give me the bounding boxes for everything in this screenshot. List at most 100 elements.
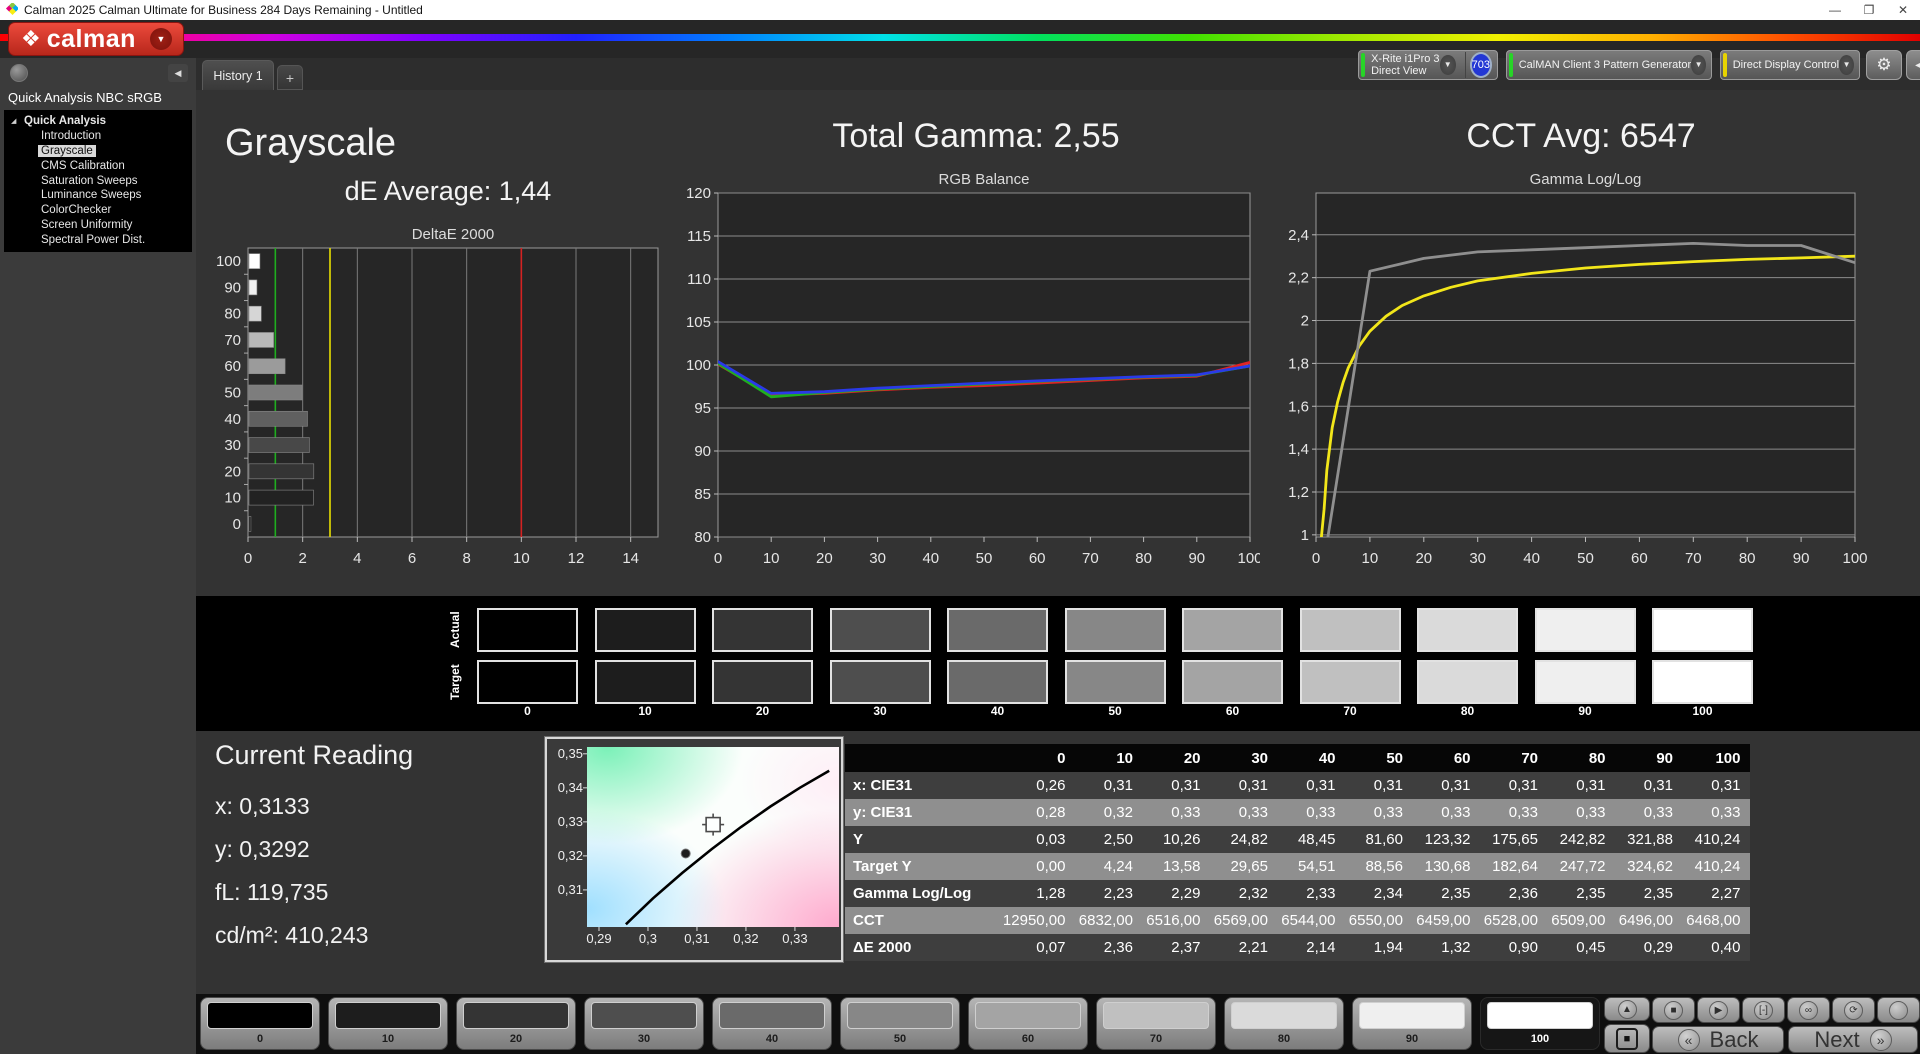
cie-y-tick: 0,32	[547, 848, 583, 863]
minimize-button[interactable]: —	[1818, 0, 1852, 20]
svg-text:4: 4	[353, 550, 361, 567]
table-cell: 0,33	[1142, 799, 1210, 826]
svg-text:50: 50	[1577, 550, 1594, 567]
sidebar-item-label[interactable]: Introduction	[38, 130, 104, 142]
pattern-swatch	[207, 1002, 313, 1029]
band-level-label: 90	[1535, 704, 1636, 718]
sidebar-item-spectral-power-dist-[interactable]: Spectral Power Dist.	[4, 232, 192, 247]
pattern-card-100[interactable]: 100	[1480, 997, 1600, 1050]
column-header-100: 100	[1682, 744, 1750, 772]
svg-text:2: 2	[1301, 313, 1309, 330]
svg-text:95: 95	[694, 400, 711, 417]
reading-cdm: cd/m²: 410,243	[215, 922, 368, 949]
svg-text:115: 115	[687, 228, 711, 245]
sidebar-item-label[interactable]: CMS Calibration	[38, 160, 128, 172]
meter-count-badge[interactable]: 703	[1470, 52, 1492, 78]
pattern-card-60[interactable]: 60	[968, 997, 1088, 1050]
target-swatch-50	[1065, 660, 1166, 704]
svg-text:30: 30	[224, 437, 241, 454]
table-cell: 0,03	[1007, 826, 1075, 853]
sidebar-item-label[interactable]: Saturation Sweeps	[38, 175, 141, 187]
tab-history-1[interactable]: History 1	[202, 60, 274, 90]
svg-text:70: 70	[224, 332, 241, 349]
sidebar-item-introduction[interactable]: Introduction	[4, 129, 192, 144]
pattern-card-80[interactable]: 80	[1224, 997, 1344, 1050]
pattern-card-90[interactable]: 90	[1352, 997, 1472, 1050]
table-cell: 0,33	[1277, 799, 1345, 826]
pattern-card-70[interactable]: 70	[1096, 997, 1216, 1050]
table-cell: 130,68	[1412, 853, 1480, 880]
table-row: CCT12950,006832,006516,006569,006544,006…	[845, 907, 1750, 934]
table-row: x: CIE310,260,310,310,310,310,310,310,31…	[845, 772, 1750, 799]
maximize-button[interactable]: ❐	[1852, 0, 1886, 20]
sidebar-item-quick-analysis[interactable]: ◢Quick Analysis	[4, 114, 192, 129]
svg-text:90: 90	[694, 443, 711, 460]
loop-button[interactable]: ⟳	[1832, 997, 1875, 1023]
pattern-card-label: 60	[969, 1033, 1087, 1045]
table-row: y: CIE310,280,320,330,330,330,330,330,33…	[845, 799, 1750, 826]
column-header-20: 20	[1142, 744, 1210, 772]
pattern-card-30[interactable]: 30	[584, 997, 704, 1050]
actual-swatch-90	[1535, 608, 1636, 652]
calman-menu-button[interactable]: ❖ calman ▼	[8, 22, 184, 56]
svg-text:60: 60	[1631, 550, 1648, 567]
sidebar-item-colorchecker[interactable]: ColorChecker	[4, 203, 192, 218]
column-header-10: 10	[1075, 744, 1143, 772]
play-button[interactable]: ▶	[1697, 997, 1740, 1023]
tree-expanded-icon[interactable]: ◢	[11, 117, 21, 125]
pattern-card-10[interactable]: 10	[328, 997, 448, 1050]
pattern-card-0[interactable]: 0	[200, 997, 320, 1050]
settings-button[interactable]: ⚙	[1866, 50, 1902, 80]
table-row: Target Y0,004,2413,5829,6554,5188,56130,…	[845, 853, 1750, 880]
current-reading-title: Current Reading	[215, 740, 413, 771]
display-control-dropdown[interactable]: Direct Display Control ▼	[1720, 50, 1860, 80]
sidebar-item-screen-uniformity[interactable]: Screen Uniformity	[4, 218, 192, 233]
table-cell: 6516,00	[1142, 907, 1210, 934]
measure-continuous-button[interactable]: ∞	[1787, 997, 1830, 1023]
actual-swatch-0	[477, 608, 578, 652]
pattern-window-button[interactable]: ■	[1604, 1024, 1650, 1053]
band-level-label: 40	[947, 704, 1048, 718]
sidebar-item-saturation-sweeps[interactable]: Saturation Sweeps	[4, 173, 192, 188]
target-swatch-100	[1652, 660, 1753, 704]
pattern-swatch	[1231, 1002, 1337, 1029]
target-swatch-30	[830, 660, 931, 704]
read-button[interactable]	[1877, 997, 1920, 1023]
collapse-panel-button[interactable]: ◀	[1906, 50, 1920, 80]
pattern-swatch	[1359, 1002, 1465, 1029]
sidebar-item-label[interactable]: Grayscale	[38, 145, 96, 157]
sidebar-item-cms-calibration[interactable]: CMS Calibration	[4, 158, 192, 173]
pattern-card-20[interactable]: 20	[456, 997, 576, 1050]
table-cell: 2,50	[1075, 826, 1143, 853]
meter-dropdown[interactable]: X-Rite i1Pro 3 Direct View ▼ 703	[1358, 50, 1498, 80]
sidebar-item-grayscale[interactable]: Grayscale	[4, 144, 192, 159]
svg-text:40: 40	[922, 550, 939, 567]
pattern-window-up-button[interactable]: ▲	[1604, 997, 1650, 1021]
pattern-card-40[interactable]: 40	[712, 997, 832, 1050]
back-button[interactable]: «Back	[1652, 1026, 1784, 1053]
next-button[interactable]: Next»	[1788, 1026, 1918, 1053]
measure-single-button[interactable]: [-]	[1742, 997, 1785, 1023]
sidebar-collapse-button[interactable]: ◀	[168, 64, 188, 82]
pattern-card-50[interactable]: 50	[840, 997, 960, 1050]
column-header-40: 40	[1277, 744, 1345, 772]
pattern-generator-label: CalMAN Client 3 Pattern Generator	[1519, 59, 1691, 71]
sidebar-item-label[interactable]: Screen Uniformity	[38, 219, 135, 231]
table-cell: 2,21	[1210, 934, 1278, 961]
close-button[interactable]: ✕	[1886, 0, 1920, 20]
sidebar-item-label[interactable]: Quick Analysis	[21, 115, 109, 127]
sidebar-item-luminance-sweeps[interactable]: Luminance Sweeps	[4, 188, 192, 203]
table-cell: 81,60	[1345, 826, 1413, 853]
reading-y: y: 0,3292	[215, 836, 310, 863]
table-row: Y0,032,5010,2624,8248,4581,60123,32175,6…	[845, 826, 1750, 853]
column-header-90: 90	[1615, 744, 1683, 772]
sidebar-item-label[interactable]: Spectral Power Dist.	[38, 234, 148, 246]
tab-add-button[interactable]: +	[277, 65, 303, 90]
sidebar-item-label[interactable]: Luminance Sweeps	[38, 189, 144, 201]
table-cell: 6569,00	[1210, 907, 1278, 934]
pattern-generator-dropdown[interactable]: CalMAN Client 3 Pattern Generator ▼	[1506, 50, 1712, 80]
sidebar-record-button[interactable]	[10, 64, 28, 82]
sidebar-item-label[interactable]: ColorChecker	[38, 204, 114, 216]
stop-button[interactable]: ■	[1652, 997, 1695, 1023]
table-cell: 0,31	[1480, 772, 1548, 799]
